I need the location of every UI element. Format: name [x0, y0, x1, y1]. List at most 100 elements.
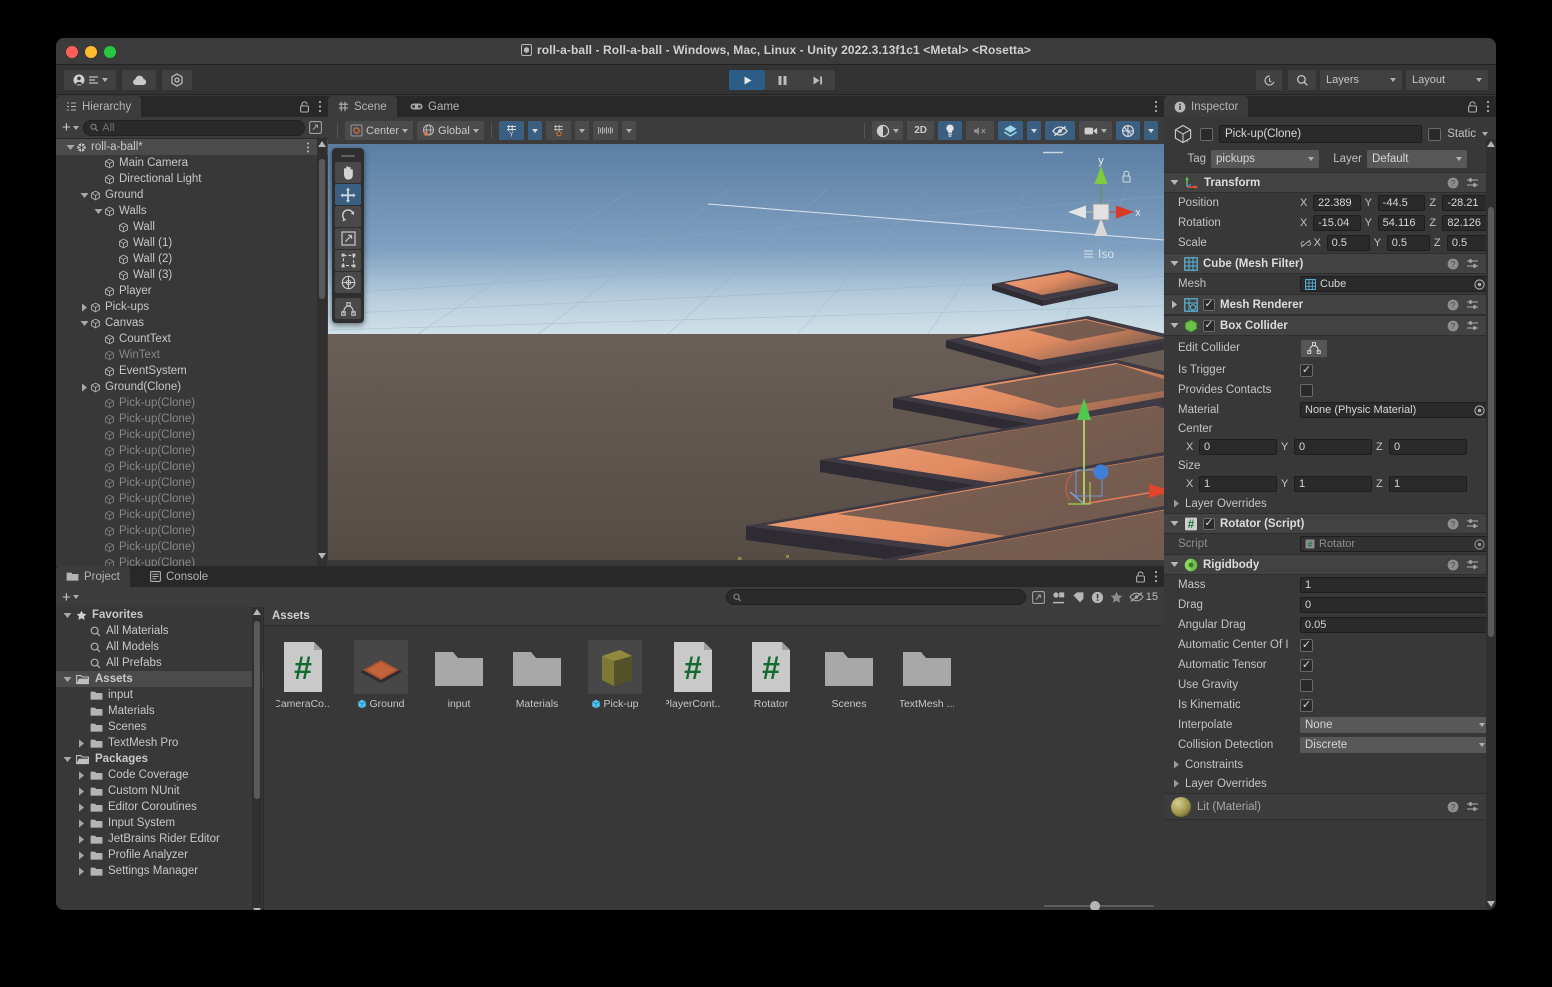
rotation-x-field[interactable]: -15.04: [1313, 215, 1361, 231]
inspector-body[interactable]: Pick-up(Clone) Static Tag pickups Layer: [1164, 117, 1496, 910]
transform-tool-button[interactable]: [335, 272, 361, 293]
provides-contacts-checkbox[interactable]: [1300, 383, 1313, 397]
scale-x-field[interactable]: 0.5: [1326, 235, 1370, 251]
layer-dropdown[interactable]: Default: [1367, 150, 1467, 168]
scale-tool-button[interactable]: [335, 228, 361, 249]
foldout-closed-icon[interactable]: [77, 803, 86, 812]
project-tree-scroll-up[interactable]: [253, 609, 261, 616]
rotator-component-header[interactable]: # Rotator (Script) ?: [1164, 513, 1496, 534]
project-tree-scroll-down[interactable]: [253, 907, 261, 910]
hierarchy-item-wall[interactable]: Wall: [56, 219, 328, 235]
scale-lock-icon[interactable]: [1300, 238, 1312, 249]
project-tree-item-textmesh-pro[interactable]: TextMesh Pro: [56, 735, 263, 751]
gameobject-name-field[interactable]: Pick-up(Clone): [1219, 125, 1423, 143]
hierarchy-item-walls[interactable]: Walls: [56, 203, 328, 219]
help-icon[interactable]: ?: [1447, 258, 1459, 270]
hierarchy-scroll-down-arrow[interactable]: [318, 552, 326, 559]
hierarchy-search[interactable]: [82, 119, 305, 136]
box-collider-enabled-checkbox[interactable]: [1203, 319, 1215, 332]
hierarchy-tree[interactable]: roll-a-ball* Main Camera Directional Light…: [56, 139, 328, 566]
foldout-closed-icon[interactable]: [77, 819, 86, 828]
scale-z-field[interactable]: 0.5: [1446, 235, 1491, 251]
hierarchy-item-wall-1[interactable]: Wall (1): [56, 235, 328, 251]
project-tree-item-favorites[interactable]: Favorites: [56, 607, 263, 623]
auto-tensor-checkbox[interactable]: [1300, 658, 1313, 672]
hierarchy-item-directional-light[interactable]: Directional Light: [56, 171, 328, 187]
static-checkbox[interactable]: [1428, 127, 1442, 141]
pivot-mode-dropdown[interactable]: Center: [345, 121, 414, 140]
foldout-open-icon[interactable]: [80, 319, 89, 328]
more-menu-icon[interactable]: [1154, 100, 1158, 113]
grid-snapping-toggle[interactable]: Y: [498, 121, 524, 140]
expand-search-icon[interactable]: [309, 121, 322, 134]
foldout-closed-icon[interactable]: [80, 303, 89, 312]
lock-icon[interactable]: [1135, 570, 1146, 583]
move-tool-button[interactable]: [335, 184, 361, 205]
foldout-open-icon[interactable]: [66, 143, 75, 152]
filter-label-icon[interactable]: [1072, 591, 1085, 604]
rigidbody-component-header[interactable]: Rigidbody ?: [1164, 554, 1496, 575]
foldout-open-icon[interactable]: [1170, 519, 1179, 528]
foldout-closed-icon[interactable]: [77, 835, 86, 844]
scene-fx-dropdown[interactable]: [1027, 121, 1041, 140]
project-tree-scrollbar-track[interactable]: [252, 607, 262, 910]
hierarchy-item-pick-up-clone[interactable]: Pick-up(Clone): [56, 427, 328, 443]
preset-icon[interactable]: [1466, 177, 1479, 189]
more-menu-icon[interactable]: [1154, 570, 1158, 583]
filter-error-icon[interactable]: [1091, 591, 1104, 604]
help-icon[interactable]: ?: [1447, 299, 1459, 311]
rotation-y-field[interactable]: 54.116: [1377, 215, 1426, 231]
hierarchy-item-wall-3[interactable]: Wall (3): [56, 267, 328, 283]
search-button[interactable]: [1288, 70, 1316, 90]
help-icon[interactable]: ?: [1447, 801, 1459, 813]
asset-item-ground[interactable]: Ground: [354, 640, 408, 710]
project-tree-item-input-system[interactable]: Input System: [56, 815, 263, 831]
foldout-open-icon[interactable]: [1170, 259, 1179, 268]
hierarchy-item-pick-up-clone[interactable]: Pick-up(Clone): [56, 395, 328, 411]
foldout-open-icon[interactable]: [1170, 178, 1179, 187]
hierarchy-item-pick-up-clone[interactable]: Pick-up(Clone): [56, 459, 328, 475]
hierarchy-item-roll-a-ball[interactable]: roll-a-ball*: [56, 139, 328, 155]
toggle-2d-button[interactable]: 2D: [907, 121, 934, 140]
scene-viewport[interactable]: y x Iso: [328, 144, 1164, 560]
project-tree-item-all-materials[interactable]: All Materials: [56, 623, 263, 639]
is-kinematic-checkbox[interactable]: [1300, 698, 1313, 712]
foldout-closed-icon[interactable]: [77, 771, 86, 780]
overlay-menu-handle[interactable]: [1042, 150, 1064, 155]
project-tree-item-assets[interactable]: Assets: [56, 671, 263, 687]
transform-component-header[interactable]: Transform ?: [1164, 172, 1496, 193]
hierarchy-item-pick-up-clone[interactable]: Pick-up(Clone): [56, 491, 328, 507]
project-tree-item-code-coverage[interactable]: Code Coverage: [56, 767, 263, 783]
foldout-closed-icon[interactable]: [77, 867, 86, 876]
project-add-button[interactable]: +: [62, 590, 79, 605]
ruler-dropdown[interactable]: [621, 121, 636, 140]
filter-type-icon[interactable]: [1051, 591, 1066, 604]
foldout-closed-icon[interactable]: [77, 787, 86, 796]
hierarchy-item-pick-up-clone[interactable]: Pick-up(Clone): [56, 475, 328, 491]
tab-console[interactable]: Console: [140, 566, 218, 587]
size-x-field[interactable]: 1: [1199, 476, 1277, 492]
angular-drag-field[interactable]: 0.05: [1300, 617, 1490, 633]
rect-tool-button[interactable]: [335, 250, 361, 271]
pause-button[interactable]: [765, 70, 800, 90]
tab-inspector[interactable]: Inspector: [1164, 96, 1249, 117]
hierarchy-item-pick-up-clone[interactable]: Pick-up(Clone): [56, 443, 328, 459]
project-tree-scrollbar-thumb[interactable]: [254, 621, 260, 799]
inspector-scroll-down[interactable]: [1487, 900, 1495, 907]
services-button[interactable]: [162, 70, 192, 90]
preset-icon[interactable]: [1466, 299, 1479, 311]
inspector-scrollbar-thumb[interactable]: [1488, 207, 1494, 637]
size-y-field[interactable]: 1: [1294, 476, 1372, 492]
use-gravity-checkbox[interactable]: [1300, 678, 1313, 692]
hierarchy-item-ground[interactable]: Ground: [56, 187, 328, 203]
gameobject-active-checkbox[interactable]: [1200, 127, 1213, 141]
rotator-enabled-checkbox[interactable]: [1203, 517, 1215, 530]
help-icon[interactable]: ?: [1447, 320, 1459, 332]
project-tree-item-custom-nunit[interactable]: Custom NUnit: [56, 783, 263, 799]
hierarchy-item-canvas[interactable]: Canvas: [56, 315, 328, 331]
tag-dropdown[interactable]: pickups: [1211, 150, 1319, 168]
hierarchy-item-wintext[interactable]: WinText: [56, 347, 328, 363]
hierarchy-item-pick-up-clone[interactable]: Pick-up(Clone): [56, 555, 328, 566]
shading-mode-dropdown[interactable]: [872, 121, 904, 140]
hierarchy-item-ground-clone[interactable]: Ground(Clone): [56, 379, 328, 395]
